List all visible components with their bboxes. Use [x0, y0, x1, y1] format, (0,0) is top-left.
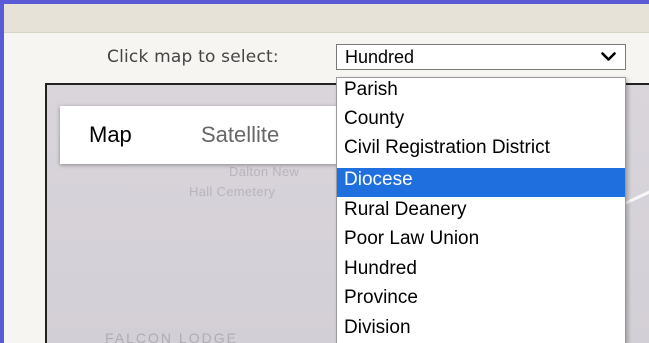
map-tab-map[interactable]: Map [89, 122, 132, 148]
map-type-control: Map Satellite [60, 106, 350, 164]
select-dropdown-list: Parish County Civil Registration Distric… [336, 77, 626, 343]
chevron-down-icon [601, 52, 616, 61]
map-place-label: Dalton New [229, 164, 300, 179]
dropdown-option-hundred[interactable]: Hundred [337, 257, 625, 286]
map-place-label: FALCON LODGE [105, 330, 238, 343]
dropdown-option-division[interactable]: Division [337, 316, 625, 343]
dropdown-option-diocese[interactable]: Diocese [337, 168, 625, 197]
dropdown-option-province[interactable]: Province [337, 286, 625, 315]
top-bar [4, 4, 649, 33]
map-place-label: Hall Cemetery [189, 184, 276, 199]
boundary-type-select[interactable]: Hundred [336, 44, 626, 70]
dropdown-option-parish[interactable]: Parish [337, 78, 625, 107]
dropdown-option-county[interactable]: County [337, 107, 625, 136]
dropdown-option-rural-deanery[interactable]: Rural Deanery [337, 198, 625, 227]
select-label: Click map to select: [107, 47, 279, 67]
select-value: Hundred [345, 47, 415, 67]
map-tab-satellite[interactable]: Satellite [201, 122, 279, 148]
dropdown-option-civil-registration-district[interactable]: Civil Registration District [337, 136, 625, 165]
dropdown-option-poor-law-union[interactable]: Poor Law Union [337, 227, 625, 256]
